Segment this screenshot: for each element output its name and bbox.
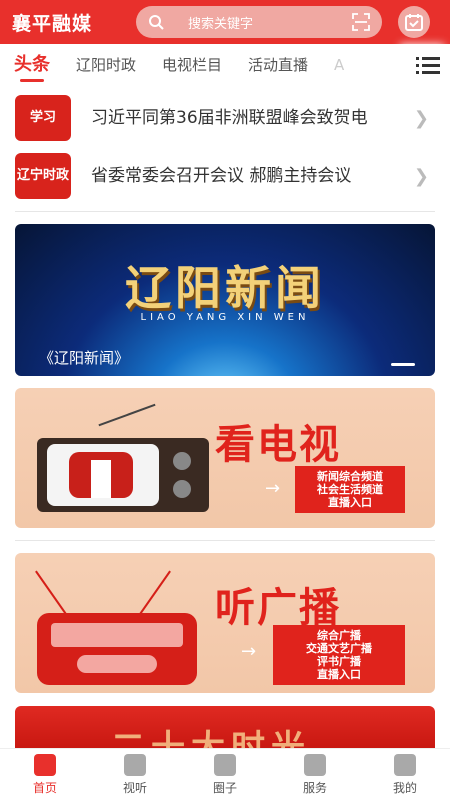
nav-service[interactable]: 服务 — [270, 749, 360, 800]
list-menu-icon — [416, 57, 440, 74]
tab-headlines[interactable]: 头条 — [14, 44, 50, 88]
nav-home[interactable]: 首页 — [0, 749, 90, 800]
nav-circle[interactable]: 圈子 — [180, 749, 270, 800]
search-icon — [149, 15, 164, 30]
nav-label: 服务 — [302, 780, 327, 795]
user-icon — [394, 753, 416, 776]
tv-channel-list: 新闻综合频道 社会生活频道 直播入口 — [295, 466, 405, 513]
news-source-logo: 学习 — [15, 95, 71, 141]
radio-channel: 交通文艺广播 — [306, 642, 372, 655]
nav-label: 我的 — [392, 780, 417, 795]
nav-label: 首页 — [32, 780, 57, 795]
divider — [15, 211, 435, 212]
news-item[interactable]: 学习 习近平同第36届非洲联盟峰会致贺电 ❯ — [15, 90, 435, 146]
nav-media[interactable]: 视听 — [90, 749, 180, 800]
news-source-logo: 辽宁时政 — [15, 153, 71, 199]
news-banner-carousel[interactable]: 辽阳新闻 LIAO YANG XIN WEN 《辽阳新闻》 — [15, 224, 435, 376]
chevron-right-icon: ❯ — [413, 108, 429, 129]
tab-liaoyang-politics[interactable]: 辽阳时政 — [76, 44, 136, 88]
scan-icon[interactable] — [352, 13, 370, 31]
search-box[interactable]: 搜索关键字 — [136, 6, 382, 38]
banner-pinyin: LIAO YANG XIN WEN — [140, 312, 310, 323]
news-item[interactable]: 辽宁时政 省委常委会召开会议 郝鹏主持会议 ❯ — [15, 148, 435, 204]
listen-radio-banner[interactable]: 听广播 → 综合广播 交通文艺广播 评书广播 直播入口 — [15, 553, 435, 693]
tv-channel: 新闻综合频道 — [317, 470, 383, 483]
banner-title: 辽阳新闻 — [125, 261, 325, 315]
radio-channel-list: 综合广播 交通文艺广播 评书广播 直播入口 — [273, 625, 405, 685]
nav-label: 视听 — [122, 780, 147, 795]
nav-mine[interactable]: 我的 — [360, 749, 450, 800]
carousel-indicator — [391, 363, 415, 366]
bottom-nav: 首页 视听 圈子 服务 我的 — [0, 748, 450, 800]
tab-more[interactable]: A — [334, 44, 344, 88]
brand-title: 襄平融媒 — [12, 12, 93, 35]
home-icon — [34, 753, 56, 776]
header-bar: 襄平融媒 搜索关键字 — [0, 0, 450, 44]
radio-channel: 综合广播 — [317, 629, 361, 642]
service-icon — [304, 753, 326, 776]
app-root: 襄平融媒 搜索关键字 头条 辽阳时政 电视栏目 活动直播 A 学习 习近平同第3… — [0, 0, 450, 800]
arrow-right-icon: → — [241, 641, 257, 662]
chevron-right-icon: ❯ — [413, 166, 429, 187]
divider — [15, 540, 435, 541]
arrow-right-icon: → — [265, 478, 281, 499]
radio-illustration — [35, 570, 197, 685]
star-icon — [214, 753, 236, 776]
tab-tv-programs[interactable]: 电视栏目 — [162, 44, 222, 88]
search-placeholder: 搜索关键字 — [188, 16, 254, 32]
tv-live-entry: 直播入口 — [328, 496, 372, 509]
tv-illustration — [37, 403, 209, 512]
tab-live-events[interactable]: 活动直播 — [248, 44, 308, 88]
video-icon — [124, 753, 146, 776]
watch-tv-title: 看电视 — [215, 422, 341, 468]
calendar-check-icon — [405, 14, 423, 31]
tab-bar: 头条 辽阳时政 电视栏目 活动直播 A — [0, 44, 450, 88]
calendar-button[interactable] — [398, 6, 430, 38]
banner-caption: 《辽阳新闻》 — [39, 349, 130, 367]
radio-live-entry: 直播入口 — [317, 668, 361, 681]
channel-menu-button[interactable] — [406, 44, 450, 88]
nav-label: 圈子 — [212, 780, 237, 795]
news-title: 省委常委会召开会议 郝鹏主持会议 — [91, 166, 352, 186]
news-title: 习近平同第36届非洲联盟峰会致贺电 — [91, 108, 368, 128]
watch-tv-banner[interactable]: 看电视 → 新闻综合频道 社会生活频道 直播入口 — [15, 388, 435, 528]
radio-channel: 评书广播 — [317, 655, 361, 668]
tv-channel: 社会生活频道 — [317, 483, 383, 496]
